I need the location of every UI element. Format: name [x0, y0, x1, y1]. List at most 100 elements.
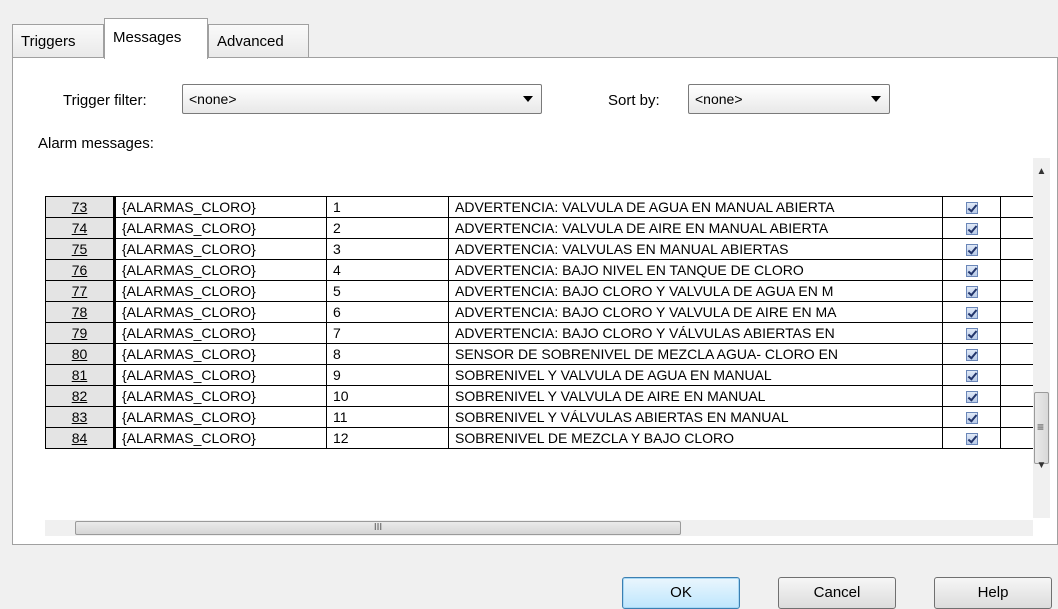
table-row[interactable]: 82 {ALARMAS_CLORO} 10 SOBRENIVEL Y VALVULA …	[45, 385, 1033, 407]
enabled-checkbox[interactable]	[965, 412, 978, 425]
extra-cell[interactable]	[1000, 196, 1033, 218]
enabled-checkbox[interactable]	[965, 433, 978, 446]
tab-advanced[interactable]: Advanced	[208, 24, 309, 58]
table-row[interactable]: 76 {ALARMAS_CLORO} 4 ADVERTENCIA: BAJO NIVE…	[45, 259, 1033, 281]
message-text-cell[interactable]: SOBRENIVEL Y VALVULA DE AIRE EN MANUAL	[448, 385, 943, 407]
extra-cell[interactable]	[1000, 217, 1033, 239]
enabled-checkbox[interactable]	[965, 307, 978, 320]
row-number-cell[interactable]: 82	[45, 385, 116, 407]
row-number-cell[interactable]: 80	[45, 343, 116, 365]
extra-cell[interactable]	[1000, 280, 1033, 302]
enabled-cell[interactable]	[942, 343, 1001, 365]
message-text-cell[interactable]: ADVERTENCIA: BAJO CLORO Y VALVULA DE AIR…	[448, 301, 943, 323]
extra-cell[interactable]	[1000, 238, 1033, 260]
scroll-up-arrow-icon[interactable]: ▲	[1033, 166, 1050, 177]
enabled-cell[interactable]	[942, 427, 1001, 449]
horizontal-scrollbar[interactable]: III	[45, 520, 1033, 536]
message-text-cell[interactable]: ADVERTENCIA: BAJO CLORO Y VÁLVULAS ABIER…	[448, 322, 943, 344]
message-text-cell[interactable]: ADVERTENCIA: VALVULA DE AIRE EN MANUAL A…	[448, 217, 943, 239]
enabled-checkbox[interactable]	[965, 244, 978, 257]
enabled-cell[interactable]	[942, 196, 1001, 218]
enabled-cell[interactable]	[942, 322, 1001, 344]
vertical-scrollbar[interactable]: ▲ ≡ ▼	[1033, 158, 1050, 518]
enabled-cell[interactable]	[942, 301, 1001, 323]
message-text-cell[interactable]: ADVERTENCIA: VALVULA DE AGUA EN MANUAL A…	[448, 196, 943, 218]
row-number-cell[interactable]: 73	[45, 196, 116, 218]
extra-cell[interactable]	[1000, 427, 1033, 449]
enabled-cell[interactable]	[942, 259, 1001, 281]
horizontal-scroll-thumb[interactable]: III	[75, 521, 681, 535]
enabled-cell[interactable]	[942, 406, 1001, 428]
enabled-cell[interactable]	[942, 364, 1001, 386]
table-row[interactable]: 74 {ALARMAS_CLORO} 2 ADVERTENCIA: VALVULA D…	[45, 217, 1033, 239]
id-cell[interactable]: 11	[326, 406, 449, 428]
extra-cell[interactable]	[1000, 364, 1033, 386]
scroll-down-arrow-icon[interactable]: ▼	[1033, 460, 1050, 471]
enabled-checkbox[interactable]	[965, 265, 978, 278]
row-number-cell[interactable]: 76	[45, 259, 116, 281]
trigger-cell[interactable]: {ALARMAS_CLORO}	[114, 301, 327, 323]
table-row[interactable]: 75 {ALARMAS_CLORO} 3 ADVERTENCIA: VALVULAS …	[45, 238, 1033, 260]
enabled-checkbox[interactable]	[965, 391, 978, 404]
tab-triggers[interactable]: Triggers	[12, 24, 104, 58]
trigger-cell[interactable]: {ALARMAS_CLORO}	[114, 280, 327, 302]
row-number-cell[interactable]: 78	[45, 301, 116, 323]
enabled-cell[interactable]	[942, 385, 1001, 407]
id-cell[interactable]: 12	[326, 427, 449, 449]
vertical-scroll-thumb[interactable]: ≡	[1034, 392, 1049, 464]
table-row[interactable]: 83 {ALARMAS_CLORO} 11 SOBRENIVEL Y VÁLVULAS…	[45, 406, 1033, 428]
message-text-cell[interactable]: ADVERTENCIA: VALVULAS EN MANUAL ABIERTAS	[448, 238, 943, 260]
trigger-cell[interactable]: {ALARMAS_CLORO}	[114, 322, 327, 344]
enabled-checkbox[interactable]	[965, 223, 978, 236]
message-text-cell[interactable]: SENSOR DE SOBRENIVEL DE MEZCLA AGUA- CLO…	[448, 343, 943, 365]
row-number-cell[interactable]: 77	[45, 280, 116, 302]
tab-messages[interactable]: Messages	[104, 18, 208, 59]
table-row[interactable]: 79 {ALARMAS_CLORO} 7 ADVERTENCIA: BAJO CLOR…	[45, 322, 1033, 344]
enabled-checkbox[interactable]	[965, 349, 978, 362]
table-row[interactable]: 81 {ALARMAS_CLORO} 9 SOBRENIVEL Y VALVULA D…	[45, 364, 1033, 386]
row-number-cell[interactable]: 83	[45, 406, 116, 428]
message-text-cell[interactable]: SOBRENIVEL Y VALVULA DE AGUA EN MANUAL	[448, 364, 943, 386]
enabled-checkbox[interactable]	[965, 370, 978, 383]
trigger-cell[interactable]: {ALARMAS_CLORO}	[114, 427, 327, 449]
message-text-cell[interactable]: ADVERTENCIA: BAJO NIVEL EN TANQUE DE CLO…	[448, 259, 943, 281]
enabled-cell[interactable]	[942, 217, 1001, 239]
extra-cell[interactable]	[1000, 406, 1033, 428]
cancel-button[interactable]: Cancel	[778, 577, 896, 609]
table-row[interactable]: 73 {ALARMAS_CLORO} 1 ADVERTENCIA: VALVULA D…	[45, 196, 1033, 218]
trigger-cell[interactable]: {ALARMAS_CLORO}	[114, 343, 327, 365]
message-text-cell[interactable]: ADVERTENCIA: BAJO CLORO Y VALVULA DE AGU…	[448, 280, 943, 302]
trigger-cell[interactable]: {ALARMAS_CLORO}	[114, 217, 327, 239]
row-number-cell[interactable]: 79	[45, 322, 116, 344]
trigger-cell[interactable]: {ALARMAS_CLORO}	[114, 238, 327, 260]
id-cell[interactable]: 10	[326, 385, 449, 407]
table-row[interactable]: 78 {ALARMAS_CLORO} 6 ADVERTENCIA: BAJO CLOR…	[45, 301, 1033, 323]
extra-cell[interactable]	[1000, 322, 1033, 344]
id-cell[interactable]: 6	[326, 301, 449, 323]
trigger-cell[interactable]: {ALARMAS_CLORO}	[114, 259, 327, 281]
id-cell[interactable]: 3	[326, 238, 449, 260]
enabled-checkbox[interactable]	[965, 328, 978, 341]
extra-cell[interactable]	[1000, 343, 1033, 365]
sort-by-dropdown[interactable]: <none>	[688, 84, 890, 114]
trigger-filter-dropdown[interactable]: <none>	[182, 84, 542, 114]
id-cell[interactable]: 9	[326, 364, 449, 386]
id-cell[interactable]: 1	[326, 196, 449, 218]
table-row[interactable]: 77 {ALARMAS_CLORO} 5 ADVERTENCIA: BAJO CLOR…	[45, 280, 1033, 302]
id-cell[interactable]: 5	[326, 280, 449, 302]
row-number-cell[interactable]: 81	[45, 364, 116, 386]
trigger-cell[interactable]: {ALARMAS_CLORO}	[114, 406, 327, 428]
table-row[interactable]: 84 {ALARMAS_CLORO} 12 SOBRENIVEL DE MEZCLA …	[45, 427, 1033, 449]
extra-cell[interactable]	[1000, 385, 1033, 407]
trigger-cell[interactable]: {ALARMAS_CLORO}	[114, 196, 327, 218]
trigger-cell[interactable]: {ALARMAS_CLORO}	[114, 364, 327, 386]
help-button[interactable]: Help	[934, 577, 1052, 609]
id-cell[interactable]: 8	[326, 343, 449, 365]
table-row[interactable]: 80 {ALARMAS_CLORO} 8 SENSOR DE SOBRENIVEL D…	[45, 343, 1033, 365]
trigger-cell[interactable]: {ALARMAS_CLORO}	[114, 385, 327, 407]
message-text-cell[interactable]: SOBRENIVEL DE MEZCLA Y BAJO CLORO	[448, 427, 943, 449]
row-number-cell[interactable]: 75	[45, 238, 116, 260]
message-text-cell[interactable]: SOBRENIVEL Y VÁLVULAS ABIERTAS EN MANUAL	[448, 406, 943, 428]
row-number-cell[interactable]: 84	[45, 427, 116, 449]
id-cell[interactable]: 4	[326, 259, 449, 281]
